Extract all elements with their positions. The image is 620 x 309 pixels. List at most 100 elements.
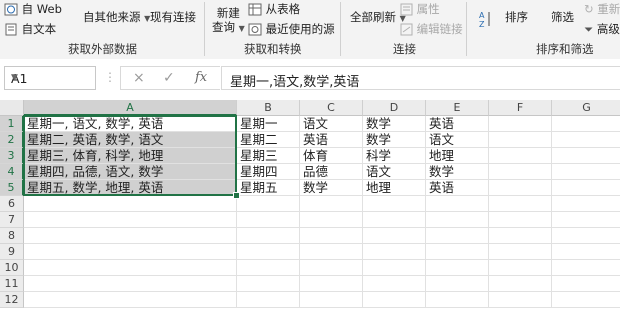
filter-button[interactable]: 筛选 xyxy=(551,9,574,25)
cell-b6[interactable] xyxy=(237,196,300,212)
recent-sources-button[interactable]: 最近使用的源 xyxy=(248,21,335,37)
sort-az-button[interactable]: AZ xyxy=(479,10,493,28)
cell-e4[interactable]: 数学 xyxy=(426,164,489,180)
cell-f12[interactable] xyxy=(489,292,552,308)
cell-d11[interactable] xyxy=(363,276,426,292)
column-header-b[interactable]: B xyxy=(237,100,300,116)
cell-d2[interactable]: 数学 xyxy=(363,132,426,148)
cell-g4[interactable] xyxy=(552,164,620,180)
cell-e10[interactable] xyxy=(426,260,489,276)
column-header-c[interactable]: C xyxy=(300,100,363,116)
cell-b1[interactable]: 星期一 xyxy=(237,116,300,132)
column-header-f[interactable]: F xyxy=(489,100,552,116)
cell-g12[interactable] xyxy=(552,292,620,308)
cell-c11[interactable] xyxy=(300,276,363,292)
cell-a12[interactable] xyxy=(24,292,237,308)
cell-f1[interactable] xyxy=(489,116,552,132)
cell-e3[interactable]: 地理 xyxy=(426,148,489,164)
cell-f11[interactable] xyxy=(489,276,552,292)
cell-g10[interactable] xyxy=(552,260,620,276)
row-header-12[interactable]: 12 xyxy=(0,292,24,308)
enter-icon[interactable]: ✓ xyxy=(163,70,175,86)
cancel-icon[interactable]: × xyxy=(133,70,145,86)
cell-d3[interactable]: 科学 xyxy=(363,148,426,164)
cell-b10[interactable] xyxy=(237,260,300,276)
cell-b9[interactable] xyxy=(237,244,300,260)
row-header-10[interactable]: 10 xyxy=(0,260,24,276)
cell-d5[interactable]: 地理 xyxy=(363,180,426,196)
cell-d10[interactable] xyxy=(363,260,426,276)
row-header-2[interactable]: 2 xyxy=(0,132,24,148)
cell-a11[interactable] xyxy=(24,276,237,292)
name-box[interactable]: A1 ▼ xyxy=(4,66,96,90)
new-query-button[interactable]: 新建 查询 ▼ xyxy=(212,6,245,36)
other-sources-button[interactable]: 自其他来源 ▼ xyxy=(83,9,150,25)
cell-d4[interactable]: 语文 xyxy=(363,164,426,180)
cell-b4[interactable]: 星期四 xyxy=(237,164,300,180)
cell-g6[interactable] xyxy=(552,196,620,212)
cell-c5[interactable]: 数学 xyxy=(300,180,363,196)
cell-f8[interactable] xyxy=(489,228,552,244)
cell-a7[interactable] xyxy=(24,212,237,228)
existing-connections-button[interactable]: 现有连接 xyxy=(150,9,196,25)
formula-input[interactable]: 星期一,语文,数学,英语 xyxy=(221,66,620,90)
cell-f5[interactable] xyxy=(489,180,552,196)
advanced-button[interactable]: ⏷ 高级 xyxy=(584,21,620,37)
column-header-d[interactable]: D xyxy=(363,100,426,116)
row-header-4[interactable]: 4 xyxy=(0,164,24,180)
from-web-button[interactable]: 自 Web xyxy=(4,1,62,17)
row-header-9[interactable]: 9 xyxy=(0,244,24,260)
cell-a3[interactable]: 星期三, 体育, 科学, 地理 xyxy=(24,148,237,164)
cell-c10[interactable] xyxy=(300,260,363,276)
cell-d6[interactable] xyxy=(363,196,426,212)
cell-g7[interactable] xyxy=(552,212,620,228)
cell-d12[interactable] xyxy=(363,292,426,308)
drag-handle-icon[interactable]: ⋮ xyxy=(104,70,116,84)
cell-b2[interactable]: 星期二 xyxy=(237,132,300,148)
cell-g1[interactable] xyxy=(552,116,620,132)
cell-g11[interactable] xyxy=(552,276,620,292)
cell-c3[interactable]: 体育 xyxy=(300,148,363,164)
cell-f2[interactable] xyxy=(489,132,552,148)
cell-c8[interactable] xyxy=(300,228,363,244)
cell-d9[interactable] xyxy=(363,244,426,260)
cell-c2[interactable]: 英语 xyxy=(300,132,363,148)
fill-handle[interactable] xyxy=(233,192,240,199)
cell-e2[interactable]: 语文 xyxy=(426,132,489,148)
select-all-corner[interactable] xyxy=(0,100,24,116)
cell-f7[interactable] xyxy=(489,212,552,228)
cell-c7[interactable] xyxy=(300,212,363,228)
cell-f3[interactable] xyxy=(489,148,552,164)
cell-c4[interactable]: 品德 xyxy=(300,164,363,180)
cell-g5[interactable] xyxy=(552,180,620,196)
row-header-6[interactable]: 6 xyxy=(0,196,24,212)
fx-button[interactable]: fx xyxy=(195,70,207,85)
cell-a10[interactable] xyxy=(24,260,237,276)
cell-d1[interactable]: 数学 xyxy=(363,116,426,132)
cell-a6[interactable] xyxy=(24,196,237,212)
cell-a5[interactable]: 星期五, 数学, 地理, 英语 xyxy=(24,180,237,196)
cell-e6[interactable] xyxy=(426,196,489,212)
cell-b5[interactable]: 星期五 xyxy=(237,180,300,196)
cell-g2[interactable] xyxy=(552,132,620,148)
edit-links-button[interactable]: 编辑链接 xyxy=(400,21,463,37)
cell-g8[interactable] xyxy=(552,228,620,244)
row-header-11[interactable]: 11 xyxy=(0,276,24,292)
refresh-all-button[interactable]: 全部刷新 ▼ xyxy=(350,9,406,25)
properties-button[interactable]: 属性 xyxy=(400,1,440,17)
cell-b8[interactable] xyxy=(237,228,300,244)
from-table-button[interactable]: 从表格 xyxy=(248,1,300,17)
cell-b3[interactable]: 星期三 xyxy=(237,148,300,164)
row-header-1[interactable]: 1 xyxy=(0,116,24,132)
cell-c6[interactable] xyxy=(300,196,363,212)
cell-f4[interactable] xyxy=(489,164,552,180)
cell-a2[interactable]: 星期二, 英语, 数学, 语文 xyxy=(24,132,237,148)
cell-b7[interactable] xyxy=(237,212,300,228)
reapply-button[interactable]: ↻ 重新 xyxy=(584,1,620,17)
cell-e11[interactable] xyxy=(426,276,489,292)
cell-a8[interactable] xyxy=(24,228,237,244)
cell-e1[interactable]: 英语 xyxy=(426,116,489,132)
column-header-g[interactable]: G xyxy=(552,100,620,116)
cell-c9[interactable] xyxy=(300,244,363,260)
cell-b12[interactable] xyxy=(237,292,300,308)
